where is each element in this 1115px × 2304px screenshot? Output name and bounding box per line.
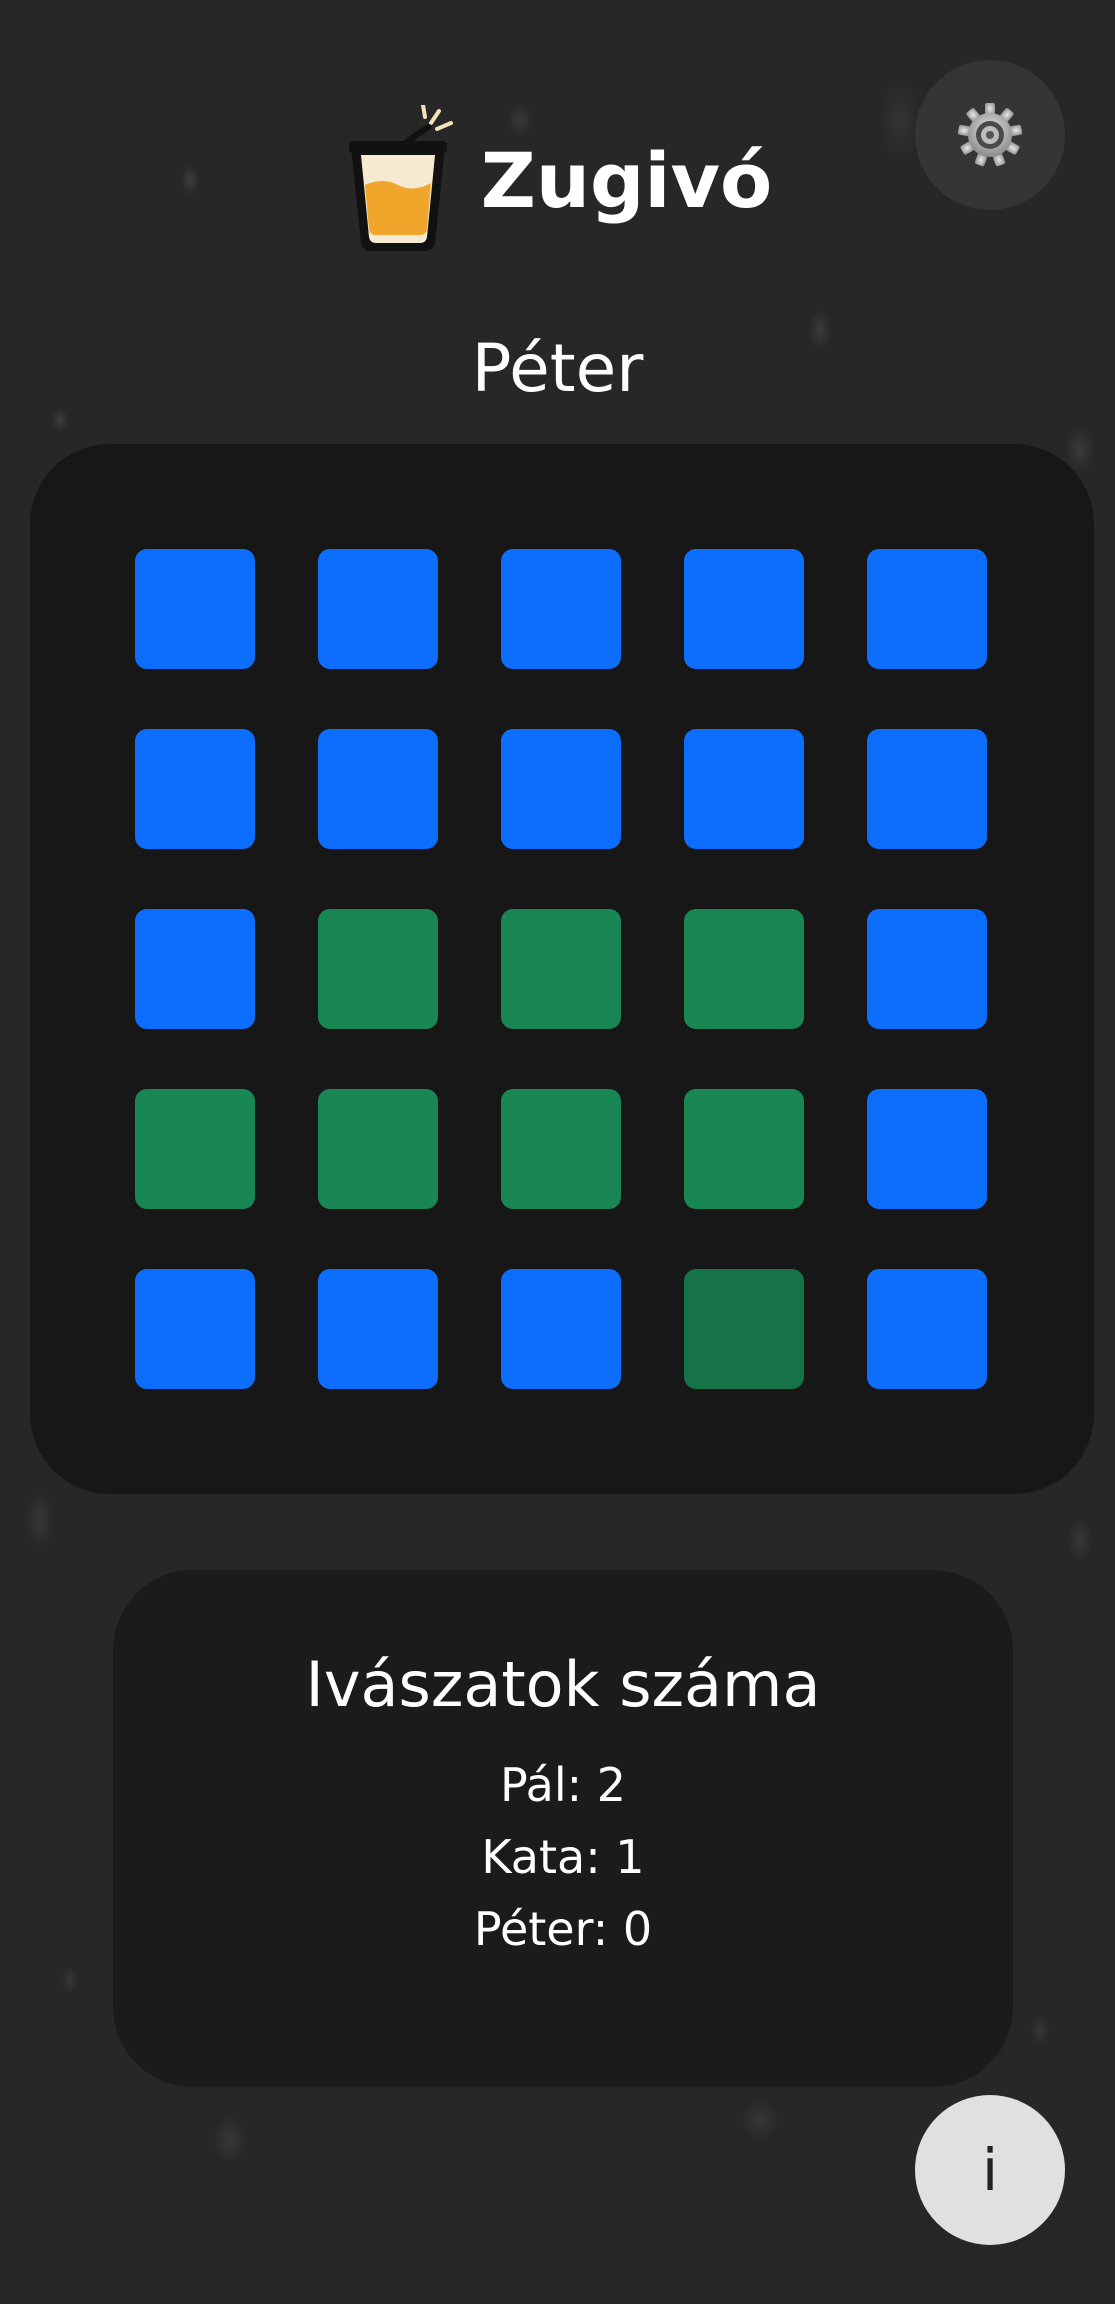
tile-r4-c1[interactable] <box>135 1089 255 1209</box>
tile-r3-c4[interactable] <box>684 909 804 1029</box>
tile-r2-c2[interactable] <box>318 729 438 849</box>
tile-r1-c1[interactable] <box>135 549 255 669</box>
tile-r3-c5[interactable] <box>867 909 987 1029</box>
tile-r2-c3[interactable] <box>501 729 621 849</box>
tile-r4-c4[interactable] <box>684 1089 804 1209</box>
tile-r1-c4[interactable] <box>684 549 804 669</box>
tile-r5-c1[interactable] <box>135 1269 255 1389</box>
tile-r4-c5[interactable] <box>867 1089 987 1209</box>
tile-grid <box>135 549 987 1389</box>
tile-r5-c2[interactable] <box>318 1269 438 1389</box>
tile-r2-c4[interactable] <box>684 729 804 849</box>
shot-glass-icon <box>348 105 453 251</box>
gear-icon <box>957 103 1023 167</box>
tile-r1-c3[interactable] <box>501 549 621 669</box>
tile-r3-c1[interactable] <box>135 909 255 1029</box>
tile-r5-c5[interactable] <box>867 1269 987 1389</box>
stats-entry-pal: Pál: 2 <box>499 1758 627 1812</box>
stats-entry-peter: Péter: 0 <box>473 1902 653 1956</box>
tile-r4-c2[interactable] <box>318 1089 438 1209</box>
info-button[interactable]: i <box>915 2095 1065 2245</box>
tile-r5-c3[interactable] <box>501 1269 621 1389</box>
drink-count-panel: Ivászatok száma Pál: 2 Kata: 1 Péter: 0 <box>113 1570 1013 2087</box>
tile-r2-c1[interactable] <box>135 729 255 849</box>
stats-title: Ivászatok száma <box>305 1648 821 1721</box>
stats-entry-kata: Kata: 1 <box>481 1830 645 1884</box>
tile-r3-c2[interactable] <box>318 909 438 1029</box>
tile-r5-c4[interactable] <box>684 1269 804 1389</box>
current-player-name: Péter <box>471 330 644 407</box>
tile-r3-c3[interactable] <box>501 909 621 1029</box>
tile-r2-c5[interactable] <box>867 729 987 849</box>
settings-button[interactable] <box>915 60 1065 210</box>
tile-r1-c2[interactable] <box>318 549 438 669</box>
tile-r1-c5[interactable] <box>867 549 987 669</box>
info-icon: i <box>981 2136 999 2204</box>
tile-r4-c3[interactable] <box>501 1089 621 1209</box>
stats-list: Pál: 2 Kata: 1 Péter: 0 <box>113 1749 1013 1965</box>
game-board <box>30 444 1094 1494</box>
app-title: Zugivó <box>480 135 773 225</box>
